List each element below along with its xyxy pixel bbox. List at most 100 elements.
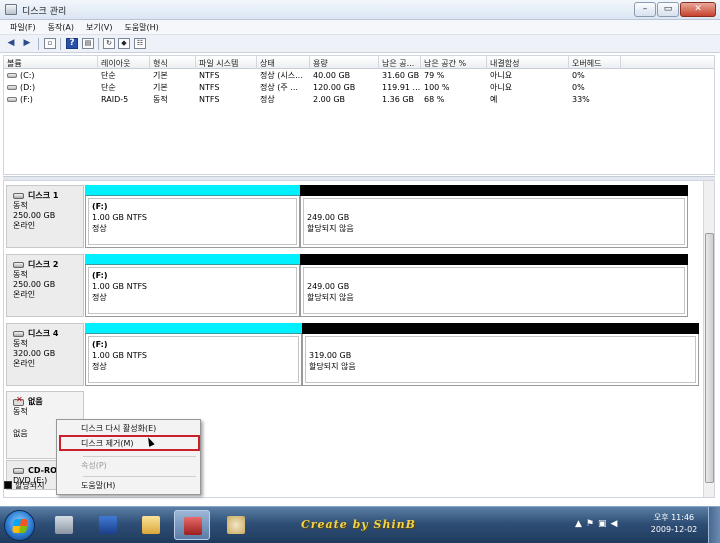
clock-time: 오후 11:46 [653, 513, 695, 522]
column-header-filesystem[interactable]: 파일 시스템 [196, 56, 257, 69]
disk-name: 디스크 2 [28, 260, 59, 269]
palette-icon [227, 516, 245, 534]
properties-icon[interactable]: ▤ [82, 38, 94, 49]
maximize-button[interactable]: ▭ [657, 2, 679, 17]
unallocated-stripe [302, 323, 699, 334]
partition-detail: 1.00 GB NTFS [92, 351, 147, 360]
volume-free-space: 1.36 GB [382, 95, 415, 104]
volume-overhead: 0% [572, 83, 585, 92]
volume-layout: RAID-5 [101, 95, 129, 104]
volume-filesystem: NTFS [199, 71, 220, 80]
network-tray-icon[interactable]: ▣ [598, 519, 607, 529]
close-button[interactable]: ✕ [680, 2, 716, 17]
toolbox-icon [184, 517, 202, 535]
show-hidden-icons-icon[interactable]: ▲ [575, 519, 582, 529]
unallocated-partition[interactable]: 249.00 GB 할당되지 않음 [300, 254, 688, 317]
help-icon[interactable]: ? [66, 38, 78, 49]
column-header-type[interactable]: 형식 [150, 56, 196, 69]
menu-bar: 파일(F) 동작(A) 보기(V) 도움말(H) [0, 20, 720, 35]
forward-arrow-icon[interactable]: ▶ [21, 38, 33, 49]
disk-size: 320.00 GB [13, 349, 56, 358]
volume-icon [7, 85, 17, 90]
volume-list: 볼륨 레이아웃 형식 파일 시스템 상태 용량 남은 공... 남은 공간 % … [3, 55, 715, 175]
unallocated-stripe [300, 254, 688, 265]
taskbar-explorer[interactable] [133, 510, 169, 540]
minimize-button[interactable]: – [634, 2, 656, 17]
volume-name: (D:) [20, 83, 36, 92]
menu-item-properties[interactable]: 속성(P) [81, 459, 107, 472]
column-header-free-percent[interactable]: 남은 공간 % [421, 56, 487, 69]
raid5-partition[interactable]: (F:) 1.00 GB NTFS 정상 [85, 323, 302, 386]
volume-row[interactable]: (D:) 단순 기본 NTFS 정상 (주 ... 120.00 GB 119.… [4, 82, 714, 93]
disk-icon [13, 261, 24, 268]
taskbar-network-app[interactable] [46, 510, 82, 540]
unallocated-partition[interactable]: 249.00 GB 할당되지 않음 [300, 185, 688, 248]
volume-list-header: 볼륨 레이아웃 형식 파일 시스템 상태 용량 남은 공... 남은 공간 % … [4, 56, 714, 69]
volume-row[interactable]: (C:) 단순 기본 NTFS 정상 (시스... 40.00 GB 31.60… [4, 70, 714, 81]
raid5-partition[interactable]: (F:) 1.00 GB NTFS 정상 [85, 185, 300, 248]
back-arrow-icon[interactable]: ◀ [5, 38, 17, 49]
settings-icon[interactable]: ☷ [134, 38, 146, 49]
volume-status: 정상 (주 ... [260, 83, 298, 92]
disk-1-label[interactable]: 디스크 1 동적 250.00 GB 온라인 [6, 185, 84, 248]
menu-file[interactable]: 파일(F) [4, 20, 42, 34]
network-icon [55, 516, 73, 534]
volume-capacity: 2.00 GB [313, 95, 346, 104]
menu-action[interactable]: 동작(A) [42, 20, 80, 34]
volume-row[interactable]: (F:) RAID-5 동적 NTFS 정상 2.00 GB 1.36 GB 6… [4, 94, 714, 105]
partition-name: (F:) [92, 340, 108, 349]
volume-filesystem: NTFS [199, 95, 220, 104]
toolbar: ◀ ▶ ▫ ? ▤ ↻ ◆ ☷ [0, 35, 720, 53]
partition-name [307, 202, 684, 212]
partition-detail: 1.00 GB NTFS [92, 213, 147, 222]
column-header-fault-tolerance[interactable]: 내결함성 [487, 56, 569, 69]
partition-status: 할당되지 않음 [307, 293, 354, 302]
taskbar-powershell[interactable] [90, 510, 126, 540]
partition-name: (F:) [92, 202, 108, 211]
graphical-view-scrollbar[interactable] [703, 181, 714, 497]
start-button[interactable] [4, 510, 35, 541]
menu-item-help[interactable]: 도움말(H) [81, 479, 115, 492]
taskbar: Create by ShinB ▲ ⚑ ▣ ◀ 오후 11:46 2009-12… [0, 506, 720, 543]
volume-layout: 단순 [101, 83, 116, 92]
volume-name: (C:) [20, 71, 35, 80]
partition-detail: 319.00 GB [309, 351, 352, 360]
powershell-icon [99, 516, 117, 534]
toolbar-separator [60, 38, 61, 50]
volume-type: 기본 [153, 71, 168, 80]
disk-4-label[interactable]: 디스크 4 동적 320.00 GB 온라인 [6, 323, 84, 386]
menu-item-reactivate-disk[interactable]: 디스크 다시 활성화(E) [81, 422, 156, 435]
taskbar-disk-management[interactable] [174, 510, 210, 540]
volume-capacity: 120.00 GB [313, 83, 356, 92]
menu-help[interactable]: 도움말(H) [118, 20, 164, 34]
disk-status: 온라인 [13, 359, 36, 368]
partition-status: 정상 [92, 362, 107, 371]
refresh-icon[interactable]: ↻ [103, 38, 115, 49]
scrollbar-thumb[interactable] [705, 233, 714, 483]
volume-fault-tolerance: 아니요 [490, 71, 513, 80]
column-header-layout[interactable]: 레이아웃 [98, 56, 150, 69]
legend-label: 할당되지 [15, 480, 45, 490]
disk-2-label[interactable]: 디스크 2 동적 250.00 GB 온라인 [6, 254, 84, 317]
menu-view[interactable]: 보기(V) [80, 20, 118, 34]
column-header-volume[interactable]: 볼륨 [4, 56, 98, 69]
action-center-flag-icon[interactable]: ⚑ [586, 519, 594, 529]
taskbar-paint[interactable] [218, 510, 254, 540]
partition-status: 정상 [92, 224, 107, 233]
folder-icon [142, 516, 160, 534]
show-desktop-button[interactable] [708, 507, 720, 543]
rescan-disks-icon[interactable]: ◆ [118, 38, 130, 49]
show-hide-tree-icon[interactable]: ▫ [44, 38, 56, 49]
volume-icon[interactable]: ◀ [611, 519, 618, 529]
column-header-overhead[interactable]: 오버헤드 [569, 56, 621, 69]
highlight-box [59, 435, 200, 451]
column-header-capacity[interactable]: 용량 [310, 56, 379, 69]
unallocated-partition[interactable]: 319.00 GB 할당되지 않음 [302, 323, 699, 386]
clock[interactable]: 오후 11:46 2009-12-02 [646, 512, 702, 536]
disk-icon [13, 330, 24, 337]
raid5-partition[interactable]: (F:) 1.00 GB NTFS 정상 [85, 254, 300, 317]
column-header-free-space[interactable]: 남은 공... [379, 56, 421, 69]
column-header-status[interactable]: 상태 [257, 56, 310, 69]
volume-free-percent: 68 % [424, 95, 445, 104]
unallocated-swatch [4, 481, 12, 489]
